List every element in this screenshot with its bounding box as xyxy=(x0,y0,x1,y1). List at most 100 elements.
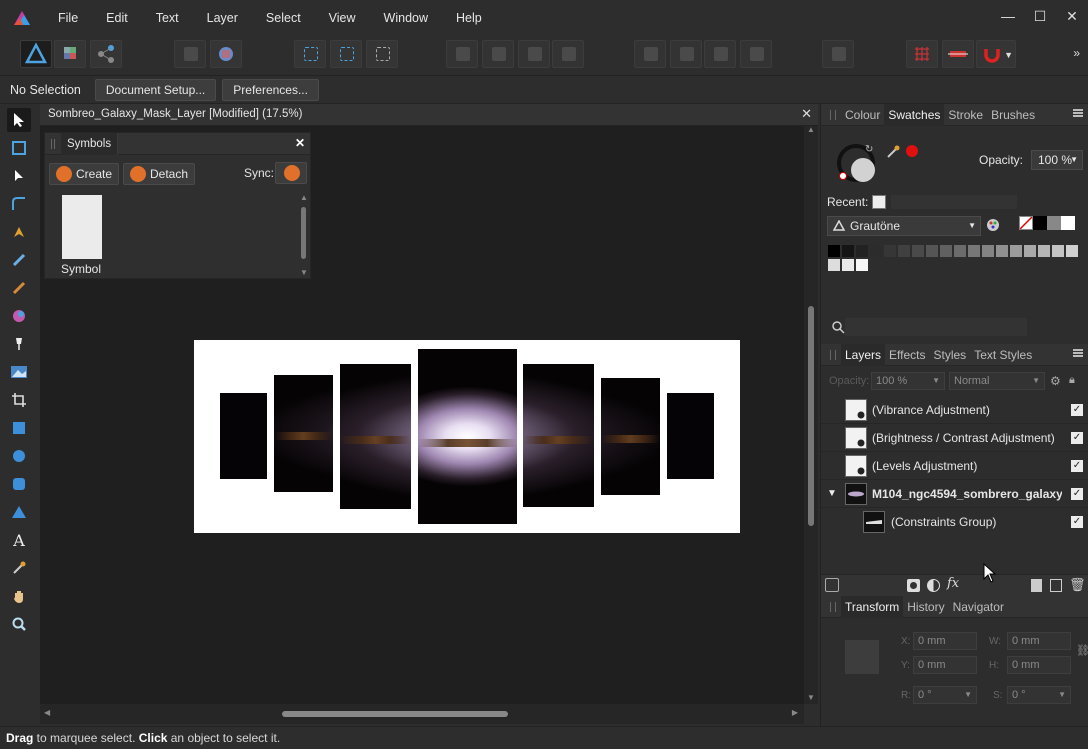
galaxy-panel-6[interactable] xyxy=(601,378,660,495)
grey-swatch[interactable] xyxy=(1047,216,1061,230)
swatch[interactable] xyxy=(967,244,981,258)
swatch[interactable] xyxy=(953,244,967,258)
opacity-field[interactable]: 100 % ▼ xyxy=(1031,150,1083,170)
panel-grip-icon[interactable] xyxy=(821,104,841,126)
layer-row[interactable]: (Constraints Group) ✓ xyxy=(821,508,1088,536)
rotate-left-icon[interactable] xyxy=(704,40,736,68)
galaxy-panel-3[interactable] xyxy=(340,364,411,509)
swatch[interactable] xyxy=(869,244,883,258)
swatch[interactable] xyxy=(1051,244,1065,258)
toolbar-overflow-icon[interactable]: » xyxy=(1073,46,1080,60)
swatch[interactable] xyxy=(1065,244,1079,258)
triangle-tool-icon[interactable] xyxy=(7,500,31,524)
tab-swatches[interactable]: Swatches xyxy=(884,103,945,126)
pen-tool-icon[interactable] xyxy=(7,220,31,244)
symbols-scroll-thumb[interactable] xyxy=(301,207,306,259)
swatch[interactable] xyxy=(841,244,855,258)
swatch[interactable] xyxy=(1009,244,1023,258)
layer-visibility-checkbox[interactable]: ✓ xyxy=(1071,488,1083,500)
shear-field[interactable]: 0 ° ▼ xyxy=(1007,686,1071,704)
develop-persona-button[interactable] xyxy=(174,40,206,68)
ellipse-tool-icon[interactable] xyxy=(7,444,31,468)
lock-icon[interactable]: 🔒︎ xyxy=(1069,374,1075,387)
arrange-back-icon[interactable] xyxy=(446,40,478,68)
expand-triangle-icon[interactable]: ▼ xyxy=(827,488,837,499)
layer-visibility-checkbox[interactable]: ✓ xyxy=(1071,404,1083,416)
arrange-front-icon[interactable] xyxy=(552,40,584,68)
fill-colour-well[interactable] xyxy=(851,158,875,182)
current-colour-swatch[interactable] xyxy=(906,145,918,157)
swatch[interactable] xyxy=(925,244,939,258)
anchor-point-selector[interactable] xyxy=(845,640,879,674)
swatch[interactable] xyxy=(1023,244,1037,258)
y-field[interactable]: 0 mm xyxy=(913,656,977,674)
galaxy-panel-5[interactable] xyxy=(523,364,594,507)
sync-toggle-button[interactable] xyxy=(275,162,307,184)
photo-persona-button[interactable] xyxy=(20,40,52,68)
white-swatch[interactable] xyxy=(1061,216,1075,230)
preferences-button[interactable]: Preferences... xyxy=(222,79,319,101)
swatch-search-input[interactable] xyxy=(845,318,1027,336)
layer-visibility-checkbox[interactable]: ✓ xyxy=(1071,460,1083,472)
view-hand-tool-icon[interactable] xyxy=(7,584,31,608)
layers-stack-icon[interactable] xyxy=(825,578,839,592)
scroll-down-icon[interactable]: ▼ xyxy=(807,693,815,702)
swatch[interactable] xyxy=(911,244,925,258)
adjustment-icon[interactable] xyxy=(927,579,940,592)
swatch[interactable] xyxy=(981,244,995,258)
transparency-tool-icon[interactable] xyxy=(7,332,31,356)
layer-row[interactable]: (Brightness / Contrast Adjustment) ✓ xyxy=(821,424,1088,452)
scroll-down-icon[interactable]: ▼ xyxy=(300,268,308,277)
artboard-tool-icon[interactable] xyxy=(7,136,31,160)
maximize-button[interactable]: ☐ xyxy=(1024,8,1056,25)
scroll-left-icon[interactable]: ◀ xyxy=(44,708,50,717)
document-setup-button[interactable]: Document Setup... xyxy=(94,79,217,101)
menu-view[interactable]: View xyxy=(329,11,356,25)
none-colour-icon[interactable] xyxy=(839,172,847,180)
crop-tool-icon[interactable] xyxy=(7,388,31,412)
arrange-backward-icon[interactable] xyxy=(482,40,514,68)
flip-vertical-icon[interactable] xyxy=(670,40,702,68)
swatch[interactable] xyxy=(883,244,897,258)
tone-mapping-persona-button[interactable] xyxy=(210,40,242,68)
menu-text[interactable]: Text xyxy=(156,11,179,25)
swatch[interactable] xyxy=(855,258,869,272)
pencil-tool-icon[interactable] xyxy=(7,248,31,272)
symbols-scrollbar[interactable]: ▲ ▼ xyxy=(299,193,309,277)
galaxy-panel-1[interactable] xyxy=(220,393,267,479)
menu-help[interactable]: Help xyxy=(456,11,482,25)
rounded-rectangle-tool-icon[interactable] xyxy=(7,472,31,496)
snapping-grid-icon[interactable] xyxy=(906,40,938,68)
fx-icon[interactable]: fx xyxy=(947,576,959,591)
swatch[interactable] xyxy=(827,244,841,258)
close-window-button[interactable]: ✕ xyxy=(1056,8,1088,25)
scroll-up-icon[interactable]: ▲ xyxy=(300,193,308,202)
zoom-tool-icon[interactable] xyxy=(7,612,31,636)
tab-colour[interactable]: Colour xyxy=(841,104,884,126)
galaxy-panel-4[interactable] xyxy=(418,349,517,524)
layer-row[interactable]: (Levels Adjustment) ✓ xyxy=(821,452,1088,480)
h-field[interactable]: 0 mm xyxy=(1007,656,1071,674)
flip-horizontal-icon[interactable] xyxy=(634,40,666,68)
color-picker-tool-icon[interactable] xyxy=(7,556,31,580)
tab-stroke[interactable]: Stroke xyxy=(944,104,987,126)
layer-row[interactable]: (Vibrance Adjustment) ✓ xyxy=(821,396,1088,424)
tab-layers[interactable]: Layers xyxy=(841,343,886,366)
menu-select[interactable]: Select xyxy=(266,11,301,25)
text-tool-icon[interactable]: A xyxy=(7,528,31,552)
link-icon[interactable]: ⛓︎ xyxy=(1076,644,1088,657)
trash-icon[interactable]: 🗑︎ xyxy=(1069,577,1086,593)
move-tool-icon[interactable] xyxy=(7,108,31,132)
swatch[interactable] xyxy=(939,244,953,258)
rectangle-tool-icon[interactable] xyxy=(7,416,31,440)
rotate-right-icon[interactable] xyxy=(740,40,772,68)
gear-icon[interactable]: ⚙ xyxy=(1050,374,1061,388)
minimize-button[interactable]: — xyxy=(992,8,1024,24)
panel-grip-icon[interactable] xyxy=(821,596,841,618)
palette-menu-icon[interactable] xyxy=(985,217,1001,233)
horizontal-scroll-thumb[interactable] xyxy=(282,711,508,717)
eyedropper-icon[interactable] xyxy=(885,144,901,160)
scroll-right-icon[interactable]: ▶ xyxy=(792,708,798,717)
invert-selection-icon[interactable] xyxy=(366,40,398,68)
artboard[interactable] xyxy=(194,340,740,533)
